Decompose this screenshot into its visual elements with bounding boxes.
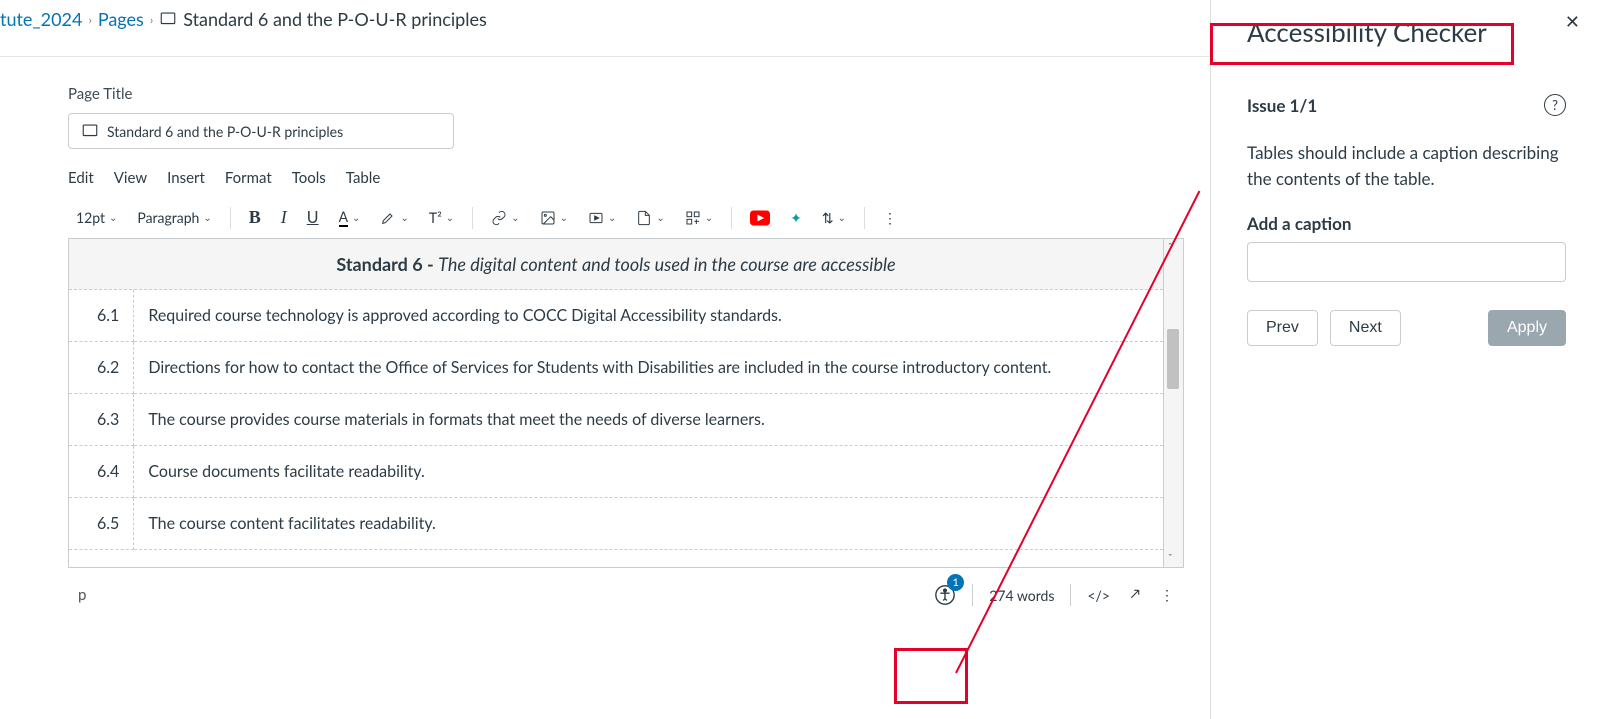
more-button[interactable]: ⋮	[875, 205, 905, 231]
highlight-button[interactable]: ⌄	[372, 206, 416, 230]
scroll-up-icon[interactable]: ˆ	[1168, 241, 1172, 254]
apps-button[interactable]: ⌄	[677, 206, 721, 230]
word-count[interactable]: 274 words	[989, 587, 1054, 604]
image-button[interactable]: ⌄	[532, 206, 576, 230]
fullscreen-button[interactable]	[1126, 585, 1144, 606]
breadcrumb-current: Standard 6 and the P-O-U-R principles	[183, 8, 487, 30]
chevron-down-icon: ⌄	[352, 212, 360, 224]
apply-button[interactable]: Apply	[1488, 310, 1566, 346]
resize-handle[interactable]: ⋮	[1160, 586, 1174, 604]
expand-icon	[1126, 585, 1144, 603]
underline-button[interactable]: U	[299, 204, 327, 231]
sparkle-button[interactable]: ✦	[782, 205, 810, 231]
math-button[interactable]: ⇅⌄	[814, 205, 854, 231]
page-icon	[159, 10, 177, 28]
menu-table[interactable]: Table	[346, 169, 380, 187]
link-icon	[491, 210, 507, 226]
scroll-thumb[interactable]	[1167, 329, 1179, 389]
table-row: 6.3The course provides course materials …	[69, 394, 1163, 446]
breadcrumb: tute_2024 › Pages › Standard 6 and the P…	[0, 0, 1210, 57]
editor-content[interactable]: Standard 6 - The digital content and too…	[68, 238, 1164, 568]
chevron-down-icon: ⌄	[511, 212, 519, 224]
breadcrumb-course[interactable]: tute_2024	[0, 8, 82, 30]
kebab-icon: ⋮	[883, 209, 897, 227]
chevron-down-icon: ⌄	[705, 212, 713, 224]
page-title-text: Standard 6 and the P-O-U-R principles	[107, 123, 343, 140]
accessibility-panel: ✕ Accessibility Checker Issue 1/1 ? Tabl…	[1210, 0, 1602, 719]
html-view-button[interactable]: </>	[1087, 587, 1110, 604]
chevron-down-icon: ⌄	[560, 212, 568, 224]
apps-icon	[685, 210, 701, 226]
breadcrumb-pages[interactable]: Pages	[98, 8, 144, 30]
highlighter-icon	[380, 210, 396, 226]
page-icon	[81, 122, 99, 140]
youtube-button[interactable]	[742, 206, 778, 230]
document-icon	[636, 210, 652, 226]
element-path[interactable]: p	[78, 586, 86, 604]
table-row: 6.1Required course technology is approve…	[69, 290, 1163, 342]
content-heading: Standard 6 - The digital content and too…	[69, 239, 1163, 290]
scroll-down-icon[interactable]: ˇ	[1168, 552, 1172, 565]
caption-input[interactable]	[1247, 242, 1566, 282]
text-color-button[interactable]: A⌄	[331, 204, 369, 231]
media-icon	[588, 210, 604, 226]
menu-view[interactable]: View	[114, 169, 147, 187]
table-row: 6.5The course content facilitates readab…	[69, 498, 1163, 550]
chevron-down-icon: ⌄	[400, 212, 408, 224]
page-title-label: Page Title	[68, 85, 1210, 103]
youtube-icon	[750, 210, 770, 226]
menu-tools[interactable]: Tools	[292, 169, 326, 187]
panel-title: Accessibility Checker	[1247, 16, 1566, 48]
chevron-right-icon: ›	[88, 12, 91, 27]
chevron-down-icon: ⌄	[838, 212, 846, 224]
document-button[interactable]: ⌄	[628, 206, 672, 230]
standards-table: 6.1Required course technology is approve…	[69, 290, 1163, 550]
issue-description: Tables should include a caption describi…	[1247, 140, 1566, 191]
editor-toolbar: 12pt⌄ Paragraph⌄ B I U A⌄ ⌄ T²⌄ ⌄ ⌄ ⌄ ⌄ …	[68, 197, 1210, 238]
media-button[interactable]: ⌄	[580, 206, 624, 230]
caption-label: Add a caption	[1247, 213, 1566, 234]
menu-format[interactable]: Format	[225, 169, 272, 187]
menu-edit[interactable]: Edit	[68, 169, 94, 187]
image-icon	[540, 210, 556, 226]
editor-statusbar: p 1 274 words </> ⋮	[68, 568, 1184, 606]
next-button[interactable]: Next	[1330, 310, 1401, 346]
font-size-select[interactable]: 12pt⌄	[68, 205, 125, 230]
editor-menubar: Edit View Insert Format Tools Table	[68, 169, 1210, 187]
chevron-down-icon: ⌄	[446, 212, 454, 224]
a11y-issue-badge: 1	[947, 574, 964, 591]
bold-button[interactable]: B	[241, 203, 269, 232]
italic-button[interactable]: I	[273, 203, 295, 232]
chevron-right-icon: ›	[150, 12, 153, 27]
chevron-down-icon: ⌄	[608, 212, 616, 224]
superscript-button[interactable]: T²⌄	[421, 205, 462, 230]
block-format-select[interactable]: Paragraph⌄	[129, 205, 219, 230]
chevron-down-icon: ⌄	[203, 212, 211, 224]
help-button[interactable]: ?	[1544, 94, 1566, 116]
chevron-down-icon: ⌄	[656, 212, 664, 224]
annotation-highlight-a11y	[894, 648, 968, 704]
link-button[interactable]: ⌄	[483, 206, 527, 230]
prev-button[interactable]: Prev	[1247, 310, 1318, 346]
menu-insert[interactable]: Insert	[167, 169, 205, 187]
chevron-down-icon: ⌄	[109, 212, 117, 224]
sigma-icon: ⇅	[822, 209, 834, 227]
sparkle-icon: ✦	[790, 209, 802, 227]
accessibility-checker-button[interactable]: 1	[934, 584, 956, 606]
issue-counter: Issue 1/1	[1247, 95, 1317, 116]
page-title-input[interactable]: Standard 6 and the P-O-U-R principles	[68, 113, 454, 149]
close-button[interactable]: ✕	[1565, 10, 1580, 33]
editor-scrollbar[interactable]: ˆ ˇ	[1164, 238, 1184, 568]
table-row: 6.2Directions for how to contact the Off…	[69, 342, 1163, 394]
table-row: 6.4Course documents facilitate readabili…	[69, 446, 1163, 498]
